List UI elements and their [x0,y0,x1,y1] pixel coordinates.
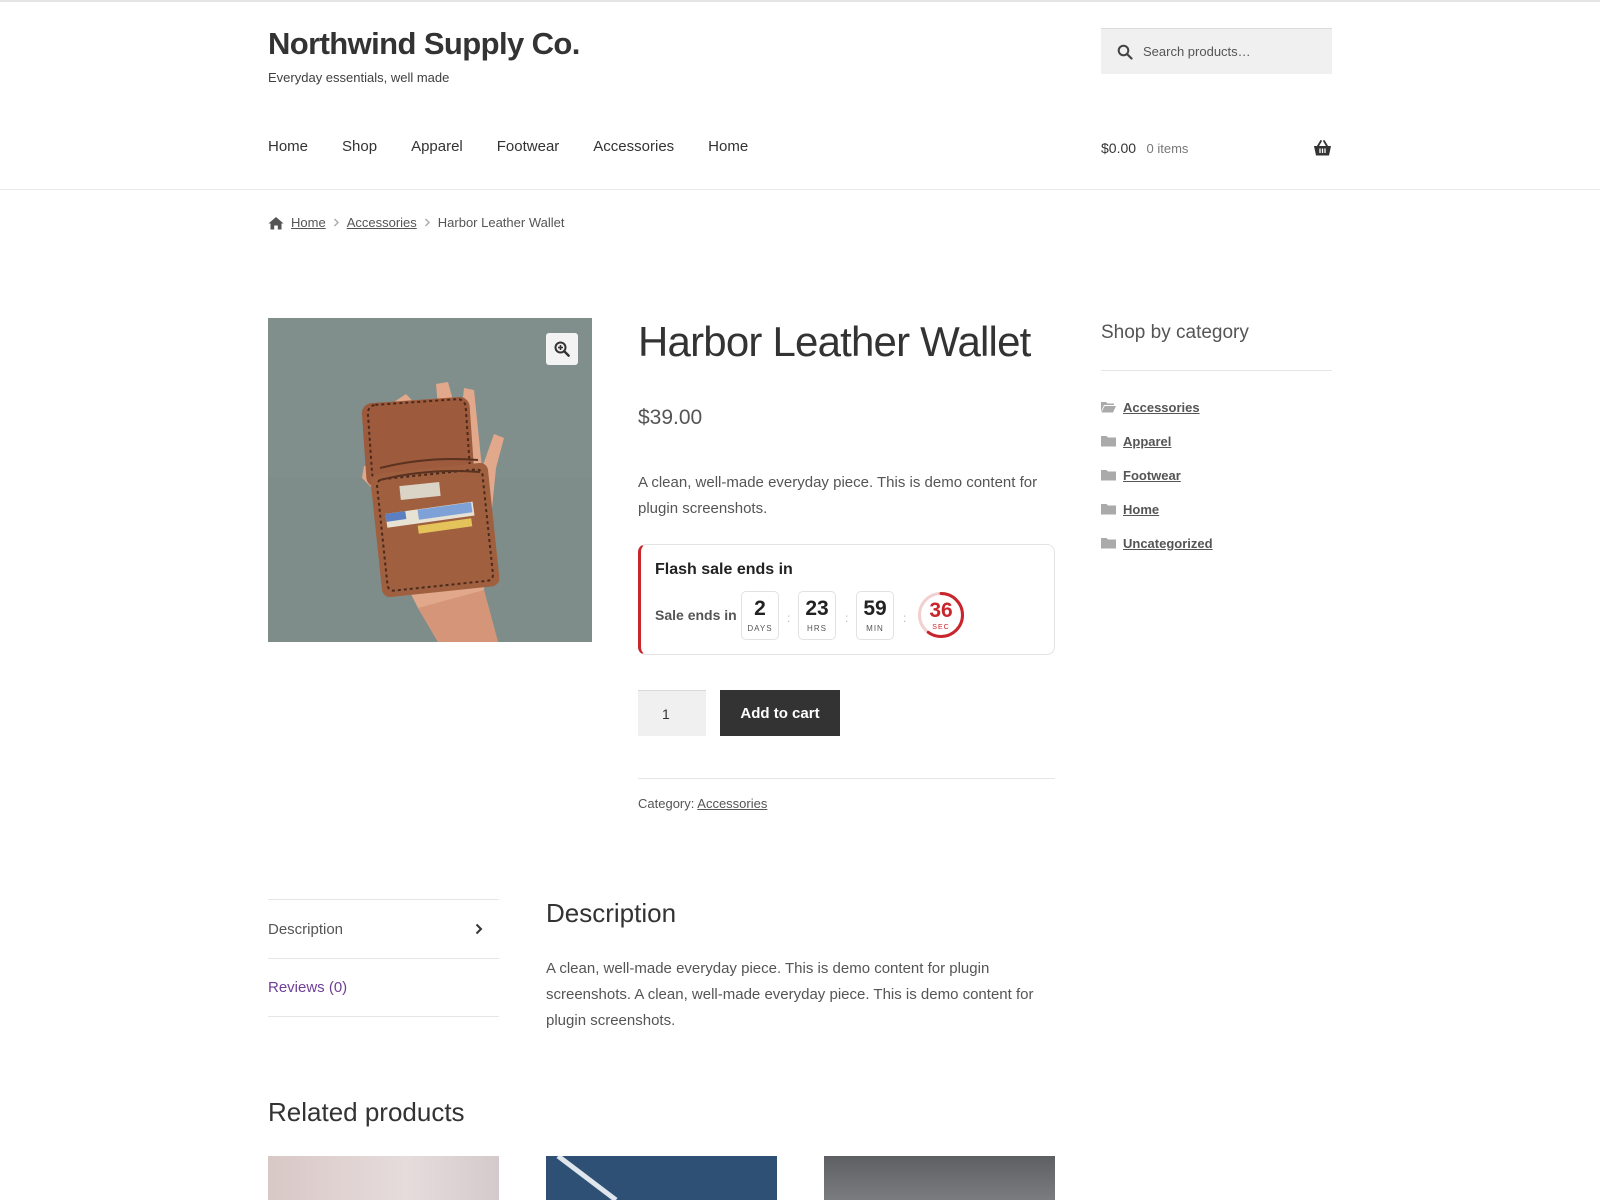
related-products-title: Related products [268,1097,465,1127]
description-panel-text: A clean, well-made everyday piece. This … [546,960,1034,1029]
chevron-right-icon [475,923,483,935]
meta-category-link[interactable]: Accessories [697,796,767,811]
related-product-image[interactable] [546,1156,777,1200]
countdown-label: Sale ends in [655,607,737,623]
countdown-seconds-value: 36 [929,599,953,622]
countdown-days-value: 2 [754,597,766,620]
nav-item-shop[interactable]: Shop [342,138,377,155]
breadcrumb-current: Harbor Leather Wallet [437,215,565,230]
description-panel-title: Description [546,898,677,928]
list-item: Accessories [1101,390,1213,424]
category-link-accessories[interactable]: Accessories [1123,400,1200,415]
nav-item-accessories[interactable]: Accessories [593,138,674,155]
product-image[interactable] [268,318,592,642]
countdown-separator: : [845,611,849,625]
countdown-days-unit: DAYS [747,624,773,633]
basket-icon [1314,140,1331,156]
folder-icon [1101,470,1116,481]
add-to-cart-button[interactable]: Add to cart [720,690,840,736]
folder-open-icon [1101,402,1116,413]
countdown-minutes: 59 MIN [856,591,894,640]
countdown-days: 2 DAYS [741,591,779,640]
zoom-icon [554,341,570,357]
primary-nav: Home Shop Apparel Footwear Accessories H… [268,138,782,155]
site-tagline: Everyday essentials, well made [268,70,450,85]
tab-reviews-label: Reviews (0) [268,979,348,996]
nav-item-home-category[interactable]: Home [708,138,748,155]
site-title[interactable]: Northwind Supply Co. [268,26,580,62]
chevron-right-icon [333,218,339,227]
meta-category-label: Category: [638,796,695,811]
breadcrumb: Home Accessories Harbor Leather Wallet [268,215,564,230]
product-title: Harbor Leather Wallet [638,318,1031,365]
category-link-apparel[interactable]: Apparel [1123,434,1171,449]
folder-icon [1101,538,1116,549]
meta-divider [638,778,1055,779]
list-item: Apparel [1101,424,1213,458]
cart-count: 0 items [1146,141,1189,156]
top-border [0,0,1600,2]
countdown-hours: 23 HRS [798,591,836,640]
product-short-description: A clean, well-made everyday piece. This … [638,474,1038,517]
chevron-right-icon [424,218,430,227]
search-input[interactable] [1143,44,1323,59]
countdown-minutes-unit: MIN [866,624,884,633]
search-box[interactable] [1101,28,1332,74]
widget-divider [1101,370,1332,371]
tab-description[interactable]: Description [268,899,499,958]
category-link-uncategorized[interactable]: Uncategorized [1123,536,1213,551]
search-icon [1117,44,1133,60]
related-product-photo [546,1156,777,1200]
category-link-footwear[interactable]: Footwear [1123,468,1181,483]
countdown-seconds-unit: SEC [932,624,950,631]
category-widget-title: Shop by category [1101,322,1249,343]
flash-sale-countdown: Flash sale ends in Sale ends in 2 DAYS :… [638,544,1055,655]
breadcrumb-category[interactable]: Accessories [347,215,417,230]
wallet-photo [268,318,592,642]
tab-description-label: Description [268,920,344,938]
countdown-hours-unit: HRS [807,624,827,633]
countdown-separator: : [903,611,907,625]
related-product-image[interactable] [824,1156,1055,1200]
category-link-home[interactable]: Home [1123,502,1159,517]
list-item: Footwear [1101,458,1213,492]
breadcrumb-home[interactable]: Home [291,215,326,230]
countdown-separator: : [787,611,791,625]
countdown-hours-value: 23 [805,597,829,620]
cart-amount: $0.00 [1101,140,1137,156]
related-product-image[interactable] [268,1156,499,1200]
folder-icon [1101,504,1116,515]
list-item: Home [1101,492,1213,526]
product-tabs: Description Reviews (0) [268,899,499,1017]
nav-item-apparel[interactable]: Apparel [411,138,463,155]
list-item: Uncategorized [1101,526,1213,560]
nav-item-footwear[interactable]: Footwear [497,138,560,155]
header-cart[interactable]: $0.00 0 items [1101,140,1332,162]
tab-reviews[interactable]: Reviews (0) [268,958,499,1017]
nav-item-home[interactable]: Home [268,138,308,155]
home-icon [268,216,284,229]
countdown-title: Flash sale ends in [655,561,793,578]
quantity-input[interactable] [638,690,706,736]
folder-icon [1101,436,1116,447]
zoom-button[interactable] [546,333,578,365]
product-price: $39.00 [638,406,703,429]
countdown-minutes-value: 59 [863,597,887,620]
countdown-seconds: 36 SEC [917,591,965,639]
product-meta: Category: Accessories [638,796,767,811]
header-divider [0,189,1600,190]
category-list: Accessories Apparel Footwear Home Uncate… [1101,390,1213,560]
